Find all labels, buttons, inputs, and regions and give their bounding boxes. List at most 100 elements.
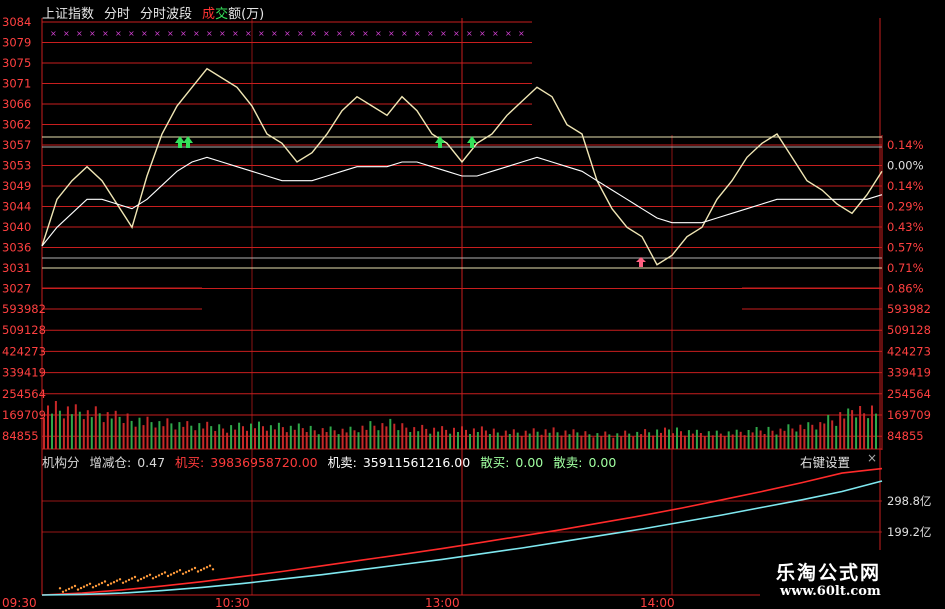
inst-dot	[187, 569, 191, 573]
price-tick-label: 3053	[2, 159, 31, 173]
magenta-x-marker: ×	[89, 29, 96, 38]
inst-dot	[64, 589, 68, 592]
volume-right-label: 84855	[887, 429, 924, 443]
magenta-x-marker: ×	[388, 29, 395, 38]
chart-canvas: × × × × × × × × × × × × × × × × × × × × × × × × × × × × × × × × × × × × × 30…	[2, 15, 931, 609]
magenta-x-marker: ×	[336, 29, 343, 38]
inst-sell-label: 机卖:	[327, 455, 357, 470]
magenta-x-marker: ×	[414, 29, 421, 38]
price-tick-label: 3044	[2, 200, 31, 214]
inst-dot	[136, 579, 140, 582]
chart-header: 上证指数 分时 分时波段 成交额(万)	[42, 3, 274, 22]
price-tick-label: 3084	[2, 15, 31, 29]
magenta-x-marker: ×	[505, 29, 512, 38]
tab-timeshare[interactable]: 分时	[104, 7, 130, 22]
volume-right-label: 424273	[887, 344, 931, 358]
magenta-x-marker: ×	[349, 29, 356, 38]
magenta-x-marker: ×	[375, 29, 382, 38]
magenta-x-marker: ×	[440, 29, 447, 38]
volume-tick-label: 169709	[2, 408, 46, 422]
magenta-x-marker: ×	[219, 29, 226, 38]
close-icon[interactable]: ×	[867, 451, 877, 465]
pct-tick-label: 0.14%	[887, 179, 924, 193]
volume-tick-label: 84855	[2, 429, 39, 443]
volume-right-label: 339419	[887, 366, 931, 380]
time-tick-label: 09:30	[2, 596, 37, 609]
inst-dot	[142, 576, 146, 579]
inst-dot	[79, 586, 83, 590]
position-label: 增减仓:	[89, 455, 132, 470]
inst-dot	[70, 586, 74, 589]
pct-tick-label: 0.71%	[887, 261, 924, 275]
inst-dot	[58, 587, 62, 590]
volume-tick-label: 339419	[2, 366, 46, 380]
magenta-x-marker: ×	[141, 29, 148, 38]
inst-dot	[175, 570, 179, 573]
magenta-x-marker: ×	[245, 29, 252, 38]
volume-tick-label: 593982	[2, 302, 46, 316]
magenta-x-marker: ×	[427, 29, 434, 38]
retail-sell-label: 散卖:	[553, 455, 583, 470]
inst-dot	[193, 566, 197, 570]
price-tick-label: 3036	[2, 241, 31, 255]
price-tick-label: 3075	[2, 56, 31, 70]
inst-dot	[178, 569, 182, 572]
inst-dot	[124, 580, 128, 583]
watermark: 乐淘公式网 www.60lt.com	[760, 550, 945, 609]
inst-dot	[148, 573, 152, 576]
inst-dot	[139, 577, 143, 581]
indicator-name[interactable]: 机构分	[42, 455, 80, 470]
up-arrow-icon	[183, 136, 193, 148]
up-arrow-icon	[435, 136, 445, 148]
magenta-x-marker: ×	[76, 29, 83, 38]
price-tick-label: 3062	[2, 118, 31, 132]
magenta-x-marker: ×	[297, 29, 304, 38]
magenta-x-marker: ×	[50, 29, 57, 38]
inst-dot	[133, 575, 137, 579]
inst-dot	[169, 573, 173, 576]
price-tick-label: 3040	[2, 220, 31, 234]
pct-tick-label: 0.57%	[887, 241, 924, 255]
magenta-x-marker: ×	[323, 29, 330, 38]
price-tick-label: 3079	[2, 36, 31, 50]
magenta-x-marker: ×	[401, 29, 408, 38]
inst-buy-label: 机买:	[175, 455, 205, 470]
retail-buy-label: 散买:	[480, 455, 510, 470]
inst-dot	[202, 567, 206, 570]
retail-sell-value: 0.00	[588, 455, 617, 470]
inst-dot	[145, 575, 149, 578]
pct-tick-label: 0.43%	[887, 220, 924, 234]
inst-dot	[67, 587, 71, 591]
inst-sell-value: 35911561216.00	[362, 455, 471, 470]
inst-dot	[118, 578, 122, 581]
inst-tick-label: 199.2亿	[887, 525, 931, 539]
price-tick-label: 3057	[2, 138, 31, 152]
pct-tick-label: 0.00%	[887, 159, 924, 173]
inst-dot	[199, 568, 203, 572]
vol-label-a: 成	[202, 7, 216, 22]
magenta-x-marker: ×	[193, 29, 200, 38]
magenta-x-marker: ×	[258, 29, 265, 38]
magenta-x-marker: ×	[167, 29, 174, 38]
inst-dot	[130, 577, 134, 580]
time-tick-label: 10:30	[215, 596, 250, 609]
magenta-x-marker: ×	[362, 29, 369, 38]
up-arrow-icon	[175, 136, 185, 148]
tab-wave[interactable]: 分时波段	[140, 7, 192, 22]
price-tick-label: 3049	[2, 179, 31, 193]
inst-dot	[115, 579, 119, 582]
inst-dot	[208, 564, 212, 567]
magenta-x-marker: ×	[284, 29, 291, 38]
index-name[interactable]: 上证指数	[42, 7, 94, 22]
price-tick-label: 3027	[2, 282, 31, 296]
inst-dot	[76, 588, 80, 591]
retail-buy-value: 0.00	[515, 455, 544, 470]
inst-dot	[109, 582, 113, 585]
pct-tick-label: 0.86%	[887, 282, 924, 296]
magenta-x-marker: ×	[518, 29, 525, 38]
inst-dot	[91, 586, 95, 589]
volume-right-label: 254564	[887, 387, 931, 401]
time-tick-label: 13:00	[425, 596, 460, 609]
right-click-settings[interactable]: 右键设置	[800, 452, 850, 471]
vol-label-c: 额(万)	[228, 7, 265, 22]
